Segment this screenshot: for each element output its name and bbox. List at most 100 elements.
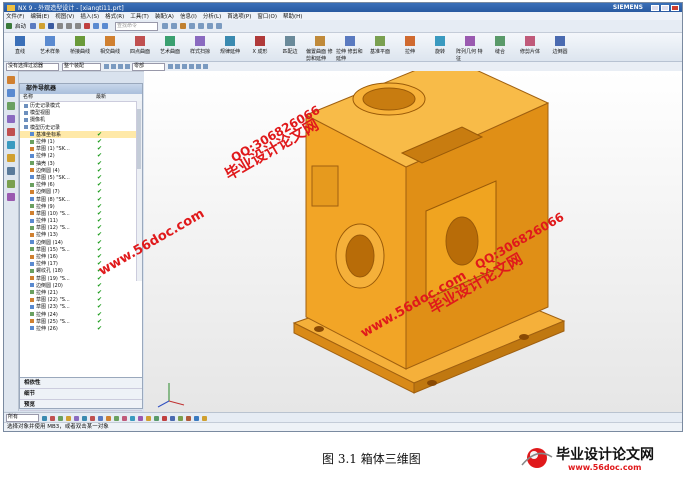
col-latest[interactable]: 最新 [93, 94, 106, 101]
offset-icon[interactable] [122, 415, 127, 421]
tree-node[interactable]: 拉伸 (1) ✔ [20, 138, 142, 145]
mid-point-icon[interactable] [182, 64, 187, 69]
col-name[interactable]: 名称 [20, 94, 93, 101]
quadrant-icon[interactable] [196, 64, 201, 69]
ribbon-button[interactable]: 基准平面 [366, 33, 394, 55]
tree-node[interactable]: 拉伸 (21) ✔ [20, 289, 142, 296]
midpoint-snap-icon[interactable] [58, 415, 63, 421]
open-file-icon[interactable] [39, 23, 46, 29]
tree-node[interactable]: 螺纹孔 (18) ✔ [20, 267, 142, 274]
tree-node[interactable]: 草图 (23) "S... ✔ [20, 303, 142, 310]
tree-node[interactable]: 摄像机 [20, 116, 142, 123]
extrude-icon[interactable] [130, 415, 135, 421]
roles-tab-icon[interactable] [7, 180, 15, 188]
scroll-thumb[interactable] [137, 109, 141, 169]
endpoint-snap-icon[interactable] [50, 415, 55, 421]
cut-icon[interactable] [57, 23, 64, 29]
ribbon-button[interactable]: X 成形 [246, 33, 274, 55]
menu-item[interactable]: 信息(I) [180, 12, 197, 20]
tree-node[interactable]: 拉伸 (13) ✔ [20, 231, 142, 238]
ribbon-button[interactable]: 直线 [6, 33, 34, 55]
collapsed-panel[interactable]: 细节 [20, 389, 142, 400]
tree-node[interactable]: 拉伸 (26) ✔ [20, 325, 142, 332]
command-search-input[interactable]: 查找命令 [115, 21, 159, 31]
collapsed-panel[interactable]: 预览 [20, 400, 142, 411]
ribbon-button[interactable]: 修剪片体 [516, 33, 544, 55]
tangent-icon[interactable] [90, 415, 95, 421]
hole-icon[interactable] [162, 415, 167, 421]
ribbon-button[interactable]: 桥接曲线 [66, 33, 94, 55]
system-scenes-tab-icon[interactable] [7, 193, 15, 201]
tree-node[interactable]: 草图 (19) "S... ✔ [20, 275, 142, 282]
select-all-icon[interactable] [118, 64, 123, 69]
ribbon-button[interactable]: 规律延伸 [216, 33, 244, 55]
tree-node[interactable]: 边倒圆 (4) ✔ [20, 167, 142, 174]
snap-icon[interactable] [104, 64, 109, 69]
reuse-library-tab-icon[interactable] [7, 115, 15, 123]
bottom-filter-dropdown[interactable]: 所有 [6, 414, 39, 422]
scope-dropdown[interactable]: 整个装配 [62, 62, 101, 71]
tree-node[interactable]: 拉伸 (11) ✔ [20, 217, 142, 224]
redo-icon[interactable] [102, 23, 109, 29]
part-navigator-tab-icon[interactable] [7, 76, 15, 84]
tree-node[interactable]: 草图 (10) "S... ✔ [20, 210, 142, 217]
line-icon[interactable] [98, 415, 103, 421]
collapsed-panel[interactable]: 相依性 [20, 378, 142, 389]
tree-node[interactable]: 模型历史记录 [20, 124, 142, 131]
arc-center-icon[interactable] [82, 415, 87, 421]
housing-3d-model[interactable] [144, 71, 682, 413]
save-icon[interactable] [48, 23, 55, 29]
menu-item[interactable]: 插入(S) [80, 12, 99, 20]
center-icon[interactable] [189, 64, 194, 69]
ribbon-button[interactable]: 偏置曲面 修剪和延伸 [306, 33, 334, 62]
menu-item[interactable]: 格式(R) [105, 12, 124, 20]
start-icon[interactable] [6, 23, 12, 29]
tree-node[interactable]: 拉伸 (6) ✔ [20, 181, 142, 188]
menu-item[interactable]: 帮助(H) [283, 12, 302, 20]
constraint-tab-icon[interactable] [7, 102, 15, 110]
tree-node[interactable]: 拉伸 (24) ✔ [20, 310, 142, 318]
tree-node[interactable]: 边倒圆 (14) ✔ [20, 239, 142, 246]
blend-icon[interactable] [146, 415, 151, 421]
control-point-icon[interactable] [66, 415, 71, 421]
menu-item[interactable]: 工具(T) [130, 12, 149, 20]
ribbon-button[interactable]: 相交曲线 [96, 33, 124, 55]
ribbon-button[interactable]: 拉伸 [396, 33, 424, 55]
ribbon-button[interactable]: 四点曲面 [126, 33, 154, 55]
menu-item[interactable]: 视图(V) [55, 12, 74, 20]
tree-node[interactable]: 抽壳 (3) ✔ [20, 160, 142, 167]
fit-icon[interactable] [198, 23, 205, 29]
ribbon-button[interactable]: 缝合 [486, 33, 514, 55]
type-filter-dropdown[interactable]: 没有选择过滤器 [6, 62, 59, 71]
menu-item[interactable]: 窗口(O) [257, 12, 277, 20]
menu-item[interactable]: 首选项(P) [227, 12, 251, 20]
tree-node[interactable]: 草图 (1) "SK... ✔ [20, 145, 142, 152]
maximize-icon[interactable] [661, 4, 669, 11]
undo-icon[interactable] [93, 23, 100, 29]
tree-node[interactable]: 模型视图 [20, 109, 142, 116]
tree-node[interactable]: 拉伸 (9) ✔ [20, 203, 142, 210]
snap-point-icon[interactable] [42, 415, 47, 421]
deselect-icon[interactable] [125, 64, 130, 69]
paste-icon[interactable] [75, 23, 82, 29]
section-icon[interactable] [194, 415, 199, 421]
new-file-icon[interactable] [30, 23, 37, 29]
render-style-icon[interactable] [202, 415, 207, 421]
end-point-icon[interactable] [175, 64, 180, 69]
view-icon[interactable] [162, 23, 169, 29]
arc-icon[interactable] [106, 415, 111, 421]
history-tab-icon[interactable] [7, 141, 15, 149]
render-icon[interactable] [180, 23, 187, 29]
assembly-navigator-tab-icon[interactable] [7, 89, 15, 97]
system-material-tab-icon[interactable] [7, 154, 15, 162]
copy-icon[interactable] [66, 23, 73, 29]
mirror-icon[interactable] [178, 415, 183, 421]
menu-item[interactable]: 装配(A) [155, 12, 174, 20]
zoom-icon[interactable] [207, 23, 214, 29]
revolve-icon[interactable] [138, 415, 143, 421]
tree-node[interactable]: 基准坐标系 ✔ [20, 130, 142, 138]
ribbon-button[interactable]: 样式扫掠 [186, 33, 214, 55]
measure-icon[interactable] [186, 415, 191, 421]
tree-node[interactable]: 边倒圆 (7) ✔ [20, 188, 142, 195]
graphics-viewport[interactable] [144, 71, 682, 413]
